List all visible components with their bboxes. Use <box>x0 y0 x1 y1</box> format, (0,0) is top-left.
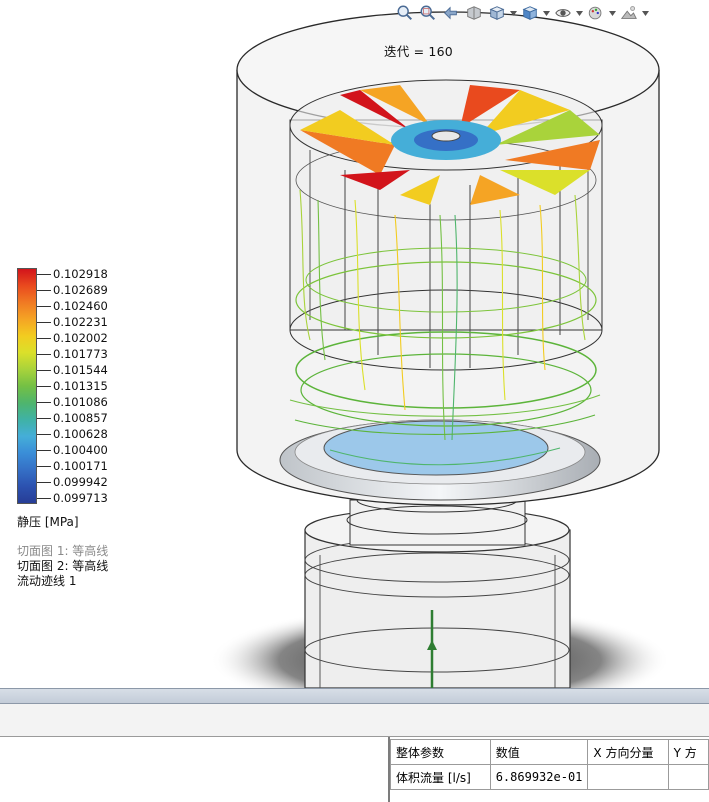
hide-show-items-button[interactable] <box>553 3 573 23</box>
view-orientation-dropdown[interactable] <box>510 3 517 23</box>
table-header-cell[interactable]: 数值 <box>489 739 589 765</box>
apply-scene-icon <box>620 6 637 19</box>
legend-value: 0.100171 <box>53 459 108 473</box>
legend-value: 0.101773 <box>53 347 108 361</box>
view-orientation-icon <box>489 6 505 20</box>
chevron-down-icon <box>510 10 517 16</box>
iteration-label: 迭代 = 160 <box>384 44 453 59</box>
legend-value: 0.102689 <box>53 283 108 297</box>
legend-unit-label: 静压 [MPa] <box>17 515 79 529</box>
legend-value: 0.099713 <box>53 491 108 505</box>
legend-tick <box>37 322 51 323</box>
legend-tick <box>37 498 51 499</box>
results-panel: 整体参数 数值 X 方向分量 Y 方 体积流量 [l/s] 6.869932e-01 <box>0 737 709 802</box>
legend-tick <box>37 290 51 291</box>
plot-list-item[interactable]: 切面图 1: 等高线 <box>17 544 108 559</box>
legend-tick <box>37 386 51 387</box>
legend-tick <box>37 306 51 307</box>
legend-value: 0.102460 <box>53 299 108 313</box>
apply-scene-button[interactable] <box>619 3 639 23</box>
apply-scene-dropdown[interactable] <box>642 3 649 23</box>
plot-list: 切面图 1: 等高线 切面图 2: 等高线 流动迹线 1 <box>17 544 108 589</box>
view-orientation-button[interactable] <box>487 3 507 23</box>
view-toolbar <box>395 0 649 26</box>
legend-tick <box>37 354 51 355</box>
edit-appearance-dropdown[interactable] <box>609 3 616 23</box>
previous-view-icon <box>444 6 457 20</box>
display-style-dropdown[interactable] <box>543 3 550 23</box>
legend-value: 0.102918 <box>53 267 108 281</box>
results-table: 整体参数 数值 X 方向分量 Y 方 体积流量 [l/s] 6.869932e-01 <box>390 739 709 790</box>
table-cell: 6.869932e-01 <box>489 764 589 790</box>
panel-header-bar <box>0 704 709 737</box>
chevron-down-icon <box>609 10 616 16</box>
legend-value: 0.100628 <box>53 427 108 441</box>
panel-splitter[interactable] <box>0 688 709 704</box>
chevron-down-icon <box>543 10 550 16</box>
display-style-button[interactable] <box>520 3 540 23</box>
zoom-to-fit-button[interactable] <box>395 3 415 23</box>
legend-value: 0.102231 <box>53 315 108 329</box>
legend-value: 0.101086 <box>53 395 108 409</box>
legend-tick <box>37 482 51 483</box>
table-header-row: 整体参数 数值 X 方向分量 Y 方 <box>390 739 709 765</box>
zoom-to-area-button[interactable] <box>418 3 438 23</box>
legend-tick <box>37 418 51 419</box>
table-row[interactable]: 体积流量 [l/s] 6.869932e-01 <box>390 764 709 790</box>
legend-tick <box>37 274 51 275</box>
table-header-cell[interactable]: Y 方 <box>667 739 709 765</box>
hide-show-items-dropdown[interactable] <box>576 3 583 23</box>
legend-tick <box>37 402 51 403</box>
zoom-to-area-icon <box>420 5 436 21</box>
legend-tick <box>37 466 51 467</box>
zoom-to-fit-icon <box>397 5 413 21</box>
chevron-down-icon <box>576 10 583 16</box>
hide-show-items-icon <box>555 9 571 17</box>
display-style-icon <box>522 6 538 20</box>
results-left-pane <box>0 737 390 802</box>
legend-value: 0.101315 <box>53 379 108 393</box>
base-plate <box>279 419 601 501</box>
legend-color-bar <box>17 268 37 504</box>
table-body: 体积流量 [l/s] 6.869932e-01 <box>390 764 709 790</box>
legend-value: 0.100857 <box>53 411 108 425</box>
legend-tick <box>37 338 51 339</box>
table-cell <box>667 764 709 790</box>
legend-tick <box>37 450 51 451</box>
section-view-button[interactable] <box>464 3 484 23</box>
table-header-cell[interactable]: X 方向分量 <box>587 739 669 765</box>
previous-view-button[interactable] <box>441 3 461 23</box>
legend-value: 0.102002 <box>53 331 108 345</box>
outlet-disk <box>323 420 549 476</box>
graphics-viewport[interactable]: 迭代 = 160 0.102918 0.102689 0.102460 0.10223… <box>0 0 709 688</box>
section-view-icon <box>467 6 481 20</box>
edit-appearance-button[interactable] <box>586 3 606 23</box>
legend-tick <box>37 370 51 371</box>
table-cell: 体积流量 [l/s] <box>390 764 491 790</box>
plot-list-item[interactable]: 流动迹线 1 <box>17 574 108 589</box>
edit-appearance-icon <box>588 6 602 20</box>
table-cell <box>587 764 669 790</box>
legend-value: 0.100400 <box>53 443 108 457</box>
plot-list-item[interactable]: 切面图 2: 等高线 <box>17 559 108 574</box>
legend-value: 0.099942 <box>53 475 108 489</box>
table-header-cell[interactable]: 整体参数 <box>390 739 491 765</box>
chevron-down-icon <box>642 10 649 16</box>
legend-tick <box>37 434 51 435</box>
legend-value: 0.101544 <box>53 363 108 377</box>
